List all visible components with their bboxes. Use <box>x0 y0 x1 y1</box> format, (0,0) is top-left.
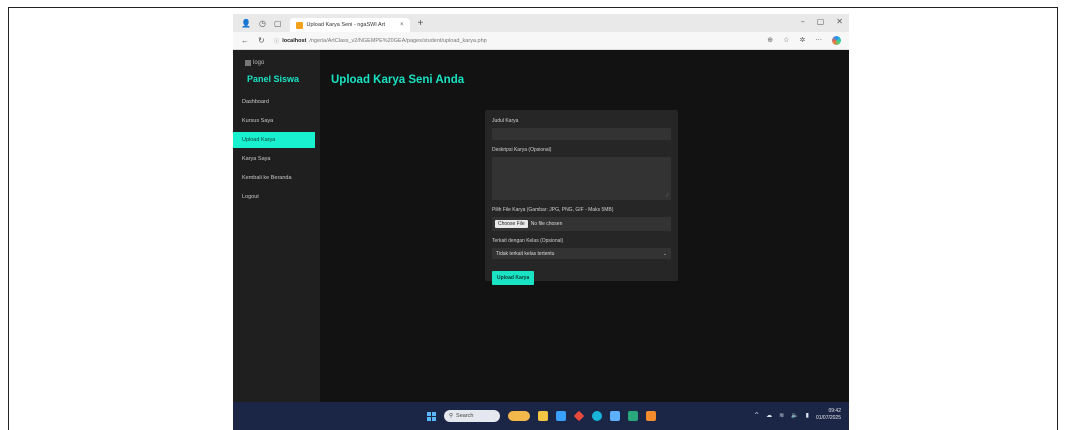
maximize-icon[interactable]: ▢ <box>817 17 825 26</box>
close-icon[interactable]: ✕ <box>836 17 843 26</box>
tab-favicon-icon <box>295 21 303 29</box>
store-icon[interactable] <box>628 411 638 421</box>
file-label: Pilih File Karya (Gambar: JPG, PNG, GIF … <box>492 207 614 213</box>
clock[interactable]: 09:42 01/07/2025 <box>816 408 841 422</box>
url-field[interactable]: ⓘ localhost/ngeria/ArtClass_v2/NGEMPE%20… <box>274 37 759 45</box>
page-viewport: logo Panel Siswa Dashboard Kursus Saya U… <box>233 50 849 412</box>
zoom-icon[interactable]: ⊕ <box>767 36 773 45</box>
description-textarea[interactable]: ⟋ <box>492 157 671 200</box>
url-path: /ngeria/ArtClass_v2/NGEMPE%20GEA/pages/s… <box>309 37 487 44</box>
minimize-icon[interactable]: – <box>801 17 805 26</box>
title-input[interactable] <box>492 128 671 140</box>
tray-chevron-icon[interactable]: ^ <box>754 412 759 419</box>
browser-window: 👤 ◷ ▢ Upload Karya Seni - ngaSWI Art × +… <box>233 14 849 430</box>
profile-icon[interactable]: 👤 <box>241 19 251 28</box>
upload-form: Judul Karya Deskripsi Karya (Opsional) ⟋… <box>485 110 678 285</box>
logo-alt-text: logo <box>253 60 265 66</box>
logo: logo <box>233 60 320 66</box>
sidebar-item-kursus-saya[interactable]: Kursus Saya <box>233 113 320 129</box>
volume-icon[interactable]: 🔈 <box>791 412 798 419</box>
clock-date: 01/07/2025 <box>815 415 841 421</box>
wifi-icon[interactable]: ≋ <box>779 412 784 419</box>
battery-icon[interactable]: ▮ <box>806 412 809 419</box>
tab-actions-icon[interactable]: ▢ <box>274 19 282 28</box>
search-icon: ⚲ <box>449 413 454 419</box>
title-label: Judul Karya <box>492 118 519 124</box>
tab-close-icon[interactable]: × <box>400 22 404 28</box>
sidebar-item-upload-karya[interactable]: Upload Karya <box>233 132 315 148</box>
file-input: Choose File No file chosen <box>492 217 671 231</box>
course-label: Terkait dengan Kelas (Opsional) <box>492 238 564 244</box>
clock-time: 09:42 <box>828 408 841 414</box>
url-host: localhost <box>282 37 307 44</box>
xampp-icon[interactable] <box>646 411 656 421</box>
system-tray: ^ ☁ ≋ 🔈 ▮ 09:42 01/07/2025 <box>754 408 841 422</box>
taskbar: ⚲ Search ^ ☁ ≋ 🔈 ▮ 09:42 01/07/2025 <box>233 402 849 430</box>
course-select[interactable]: Tidak terkait kelas tertentu ⌄ <box>492 248 671 259</box>
sidebar-item-logout[interactable]: Logout <box>233 189 320 205</box>
description-label: Deskripsi Karya (Opsional) <box>492 147 552 153</box>
broken-image-icon <box>245 60 251 66</box>
tab-title: Upload Karya Seni - ngaSWI Art <box>306 22 386 28</box>
cloud-icon[interactable]: ☁ <box>766 412 772 419</box>
widget-icon[interactable] <box>508 411 530 421</box>
main-content: Upload Karya Seni Anda Judul Karya Deskr… <box>320 50 849 412</box>
edge-icon[interactable] <box>556 411 566 421</box>
back-icon[interactable]: ← <box>241 36 249 45</box>
info-icon: ⓘ <box>273 38 280 45</box>
copilot-icon[interactable] <box>832 36 841 45</box>
sidebar-item-dashboard[interactable]: Dashboard <box>233 94 320 110</box>
browser-tab[interactable]: Upload Karya Seni - ngaSWI Art × <box>289 18 410 32</box>
file-explorer-icon[interactable] <box>538 411 548 421</box>
git-icon[interactable] <box>573 410 585 422</box>
chevron-down-icon: ⌄ <box>662 250 667 257</box>
address-bar: ← ↻ ⓘ localhost/ngeria/ArtClass_v2/NGEMP… <box>233 32 849 50</box>
choose-file-button[interactable]: Choose File <box>495 220 528 228</box>
history-icon[interactable]: ◷ <box>259 19 266 28</box>
chrome-icon[interactable] <box>592 411 602 421</box>
file-status: No file chosen <box>530 221 563 227</box>
panel-title: Panel Siswa <box>247 74 300 84</box>
taskbar-search[interactable]: ⚲ Search <box>444 410 500 422</box>
taskbar-apps: ⚲ Search <box>427 410 656 422</box>
new-tab-icon[interactable]: + <box>418 18 424 29</box>
toolbar-right: ⊕ ☆ ✲ ··· <box>767 36 841 45</box>
title-bar: 👤 ◷ ▢ Upload Karya Seni - ngaSWI Art × +… <box>233 14 849 32</box>
sidebar-item-kembali-beranda[interactable]: Kembali ke Beranda <box>233 170 320 186</box>
sidebar-item-karya-saya[interactable]: Karya Saya <box>233 151 320 167</box>
resize-handle-icon[interactable]: ⟋ <box>665 193 669 199</box>
course-select-value: Tidak terkait kelas tertentu <box>496 250 555 257</box>
upload-karya-button[interactable]: Upload Karya <box>492 271 535 285</box>
refresh-icon[interactable]: ↻ <box>258 36 265 45</box>
start-icon[interactable] <box>427 411 436 421</box>
copilot-app-icon[interactable] <box>610 411 620 421</box>
page-title: Upload Karya Seni Anda <box>331 74 465 86</box>
favorite-icon[interactable]: ☆ <box>783 36 789 45</box>
sidebar: logo Panel Siswa Dashboard Kursus Saya U… <box>233 50 320 412</box>
search-placeholder: Search <box>456 413 474 419</box>
window-controls: – ▢ ✕ <box>801 17 843 26</box>
more-icon[interactable]: ··· <box>815 36 822 45</box>
collections-icon[interactable]: ✲ <box>799 36 805 45</box>
